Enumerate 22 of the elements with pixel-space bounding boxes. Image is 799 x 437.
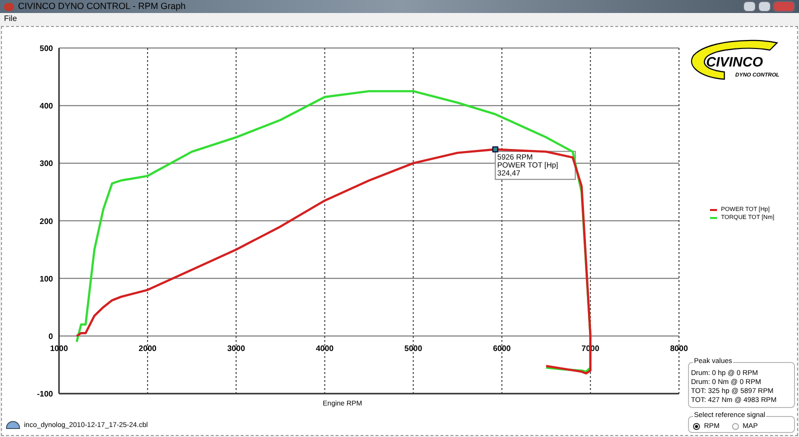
y-tick-label: 300 — [40, 159, 53, 168]
x-tick-label: 5000 — [404, 344, 422, 353]
radio-button[interactable] — [732, 423, 739, 430]
file-icon — [6, 421, 20, 429]
maximize-button[interactable] — [758, 1, 771, 12]
x-tick-label: 2000 — [138, 344, 156, 353]
y-tick-label: 500 — [40, 44, 53, 53]
data-point-marker — [492, 146, 498, 152]
app-icon — [4, 2, 14, 10]
radio-button[interactable] — [693, 423, 700, 430]
x-tick-label: 4000 — [316, 344, 334, 353]
y-tick-label: 200 — [40, 216, 53, 226]
minimize-button[interactable] — [743, 1, 756, 12]
x-tick-label: 3000 — [227, 344, 246, 353]
y-tick-label: -100 — [36, 390, 53, 399]
y-tick-label: 0 — [48, 332, 53, 341]
window-title: CIVINCO DYNO CONTROL - RPM Graph — [18, 2, 186, 11]
menu-item[interactable]: File — [4, 15, 17, 23]
y-tick-label: 400 — [40, 102, 53, 111]
x-tick-label: 8000 — [670, 344, 688, 353]
x-tick-label: 6000 — [492, 344, 511, 353]
y-tick-label: 100 — [40, 274, 53, 284]
